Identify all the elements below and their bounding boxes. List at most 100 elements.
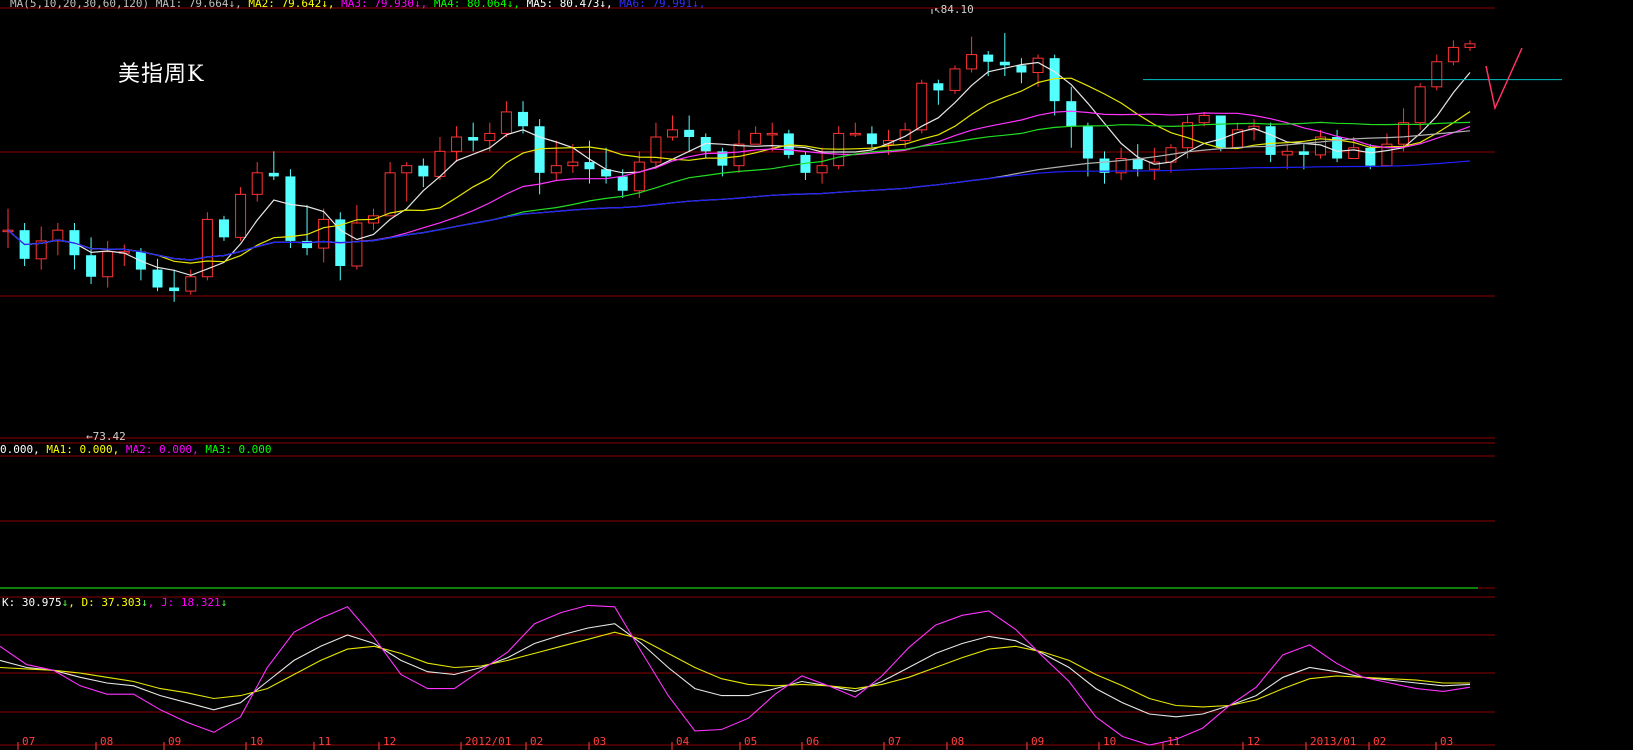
candle-down xyxy=(152,269,163,288)
kdj-lines-layer xyxy=(0,604,1471,746)
kdj-k: K: 30.975 xyxy=(2,596,62,609)
kdj-d-down-icon: ↓ xyxy=(141,596,148,609)
candle-down xyxy=(418,165,429,177)
candle-up xyxy=(52,229,64,242)
x-tick-label: 2013/01 xyxy=(1310,735,1357,748)
candle-up xyxy=(1398,122,1410,145)
kdj-j-value: J: 18.321 xyxy=(160,596,221,609)
candle-up xyxy=(916,82,928,131)
candle-up xyxy=(384,172,396,217)
low-annotation: ←73.42 xyxy=(86,430,126,443)
x-tick-label: 11 xyxy=(318,735,332,748)
x-tick-label: 06 xyxy=(806,735,820,748)
x-tick-label: 02 xyxy=(1373,735,1387,748)
volume-panel-header: 0.000, MA1: 0.000, MA2: 0.000, MA3: 0.00… xyxy=(0,443,272,456)
candle-up xyxy=(733,143,745,167)
x-tick-label: 12 xyxy=(1247,735,1261,748)
candle-down xyxy=(468,137,479,141)
chart-title: 美指周K xyxy=(118,62,205,87)
candle-down xyxy=(684,129,695,137)
candle-up xyxy=(567,161,579,167)
candle-up xyxy=(318,218,330,249)
candle-up xyxy=(633,161,645,192)
ma1-readout: MA(5,10,20,30,60,120) MA1: 79.664↓, xyxy=(10,0,242,10)
kdj-d: , D: 37.303 xyxy=(68,596,142,609)
x-tick-label: 2012/01 xyxy=(465,735,512,748)
candle-up xyxy=(102,251,114,278)
candle-up xyxy=(766,132,778,136)
candle-up xyxy=(500,111,512,134)
candle-up xyxy=(185,276,197,292)
x-tick-label: 08 xyxy=(100,735,114,748)
volume-ma2: MA2: 0.000, xyxy=(125,443,206,456)
x-tick-label: 10 xyxy=(1103,735,1117,748)
candle-down xyxy=(218,219,229,238)
x-tick-label: 12 xyxy=(383,735,397,748)
candle-up xyxy=(899,129,911,142)
candle-up xyxy=(484,132,496,142)
x-tick-label: 11 xyxy=(1167,735,1181,748)
ma2-readout: MA2: 79.642↓, xyxy=(241,0,335,10)
ma3-readout: MA3: 79.930↓, xyxy=(334,0,428,10)
x-tick-label: 08 xyxy=(951,735,965,748)
candle-up xyxy=(667,129,679,138)
candle-up xyxy=(1032,57,1044,74)
candle-down xyxy=(1298,151,1309,155)
x-tick-label: 03 xyxy=(1440,735,1454,748)
chart-extras xyxy=(931,9,1562,111)
candle-up xyxy=(1464,43,1476,48)
candle-up xyxy=(235,193,247,238)
candle-down xyxy=(285,176,296,241)
candle-up xyxy=(251,172,263,195)
low-arrow-icon: ← xyxy=(86,430,93,443)
x-tick-label: 04 xyxy=(676,735,690,748)
x-tick-label: 07 xyxy=(22,735,36,748)
x-tick-label: 09 xyxy=(1031,735,1045,748)
kdj-j: , J: 18.321 xyxy=(147,596,221,609)
kdj-j-down-icon: ↓ xyxy=(220,596,228,609)
high-annotation: ↖84.10 xyxy=(934,3,974,16)
high-arrow-icon: ↖ xyxy=(934,3,941,16)
low-value: 73.42 xyxy=(92,430,126,443)
x-tick-label: 05 xyxy=(744,735,758,748)
candle-down xyxy=(783,133,794,155)
candle-up xyxy=(1431,61,1443,88)
ma4-readout: MA4: 80.064↓, xyxy=(427,0,520,10)
candle-down xyxy=(584,162,595,170)
volume-ma3: MA3: 0.000 xyxy=(205,443,272,456)
candle-up xyxy=(949,68,961,91)
candle-down xyxy=(1082,126,1093,159)
x-tick-label: 10 xyxy=(250,735,264,748)
candlestick-chart[interactable] xyxy=(0,0,1633,750)
candle-up xyxy=(401,165,413,174)
candle-down xyxy=(1215,115,1226,148)
kdj-k-line xyxy=(0,623,1471,718)
high-value: 84.10 xyxy=(940,3,974,16)
volume-ma1: MA1: 0.000, xyxy=(46,443,126,456)
price-panel-header: MA(5,10,20,30,60,120) MA1: 79.664↓, MA2:… xyxy=(10,0,705,10)
volume-value: 0.000, xyxy=(0,443,47,456)
candle-down xyxy=(1365,147,1376,166)
x-tick-label: 03 xyxy=(593,735,607,748)
candle-up xyxy=(1447,46,1459,63)
candle-down xyxy=(1132,158,1143,170)
candle-down xyxy=(983,54,994,62)
x-tick-label: 09 xyxy=(168,735,182,748)
ma6-readout: MA6: 79.991↓, xyxy=(612,0,706,10)
x-tick-label: 02 xyxy=(530,735,544,748)
candle-up xyxy=(816,165,828,174)
kdj-panel-header: K: 30.975↓, D: 37.303↓, J: 18.321↓ xyxy=(2,596,227,609)
candle-down xyxy=(1016,65,1027,73)
kdj-d-value: D: 37.303 xyxy=(81,596,142,609)
candle-down xyxy=(617,176,628,191)
candle-down xyxy=(1066,101,1077,127)
projection-arrow xyxy=(1485,47,1523,111)
candle-down xyxy=(999,61,1010,66)
candle-up xyxy=(849,132,861,136)
candle-up xyxy=(1198,115,1210,124)
candle-up xyxy=(966,54,978,70)
kdj-j-line xyxy=(0,604,1471,746)
candle-down xyxy=(169,287,180,292)
candle-down xyxy=(1265,126,1276,155)
candle-down xyxy=(268,172,279,177)
